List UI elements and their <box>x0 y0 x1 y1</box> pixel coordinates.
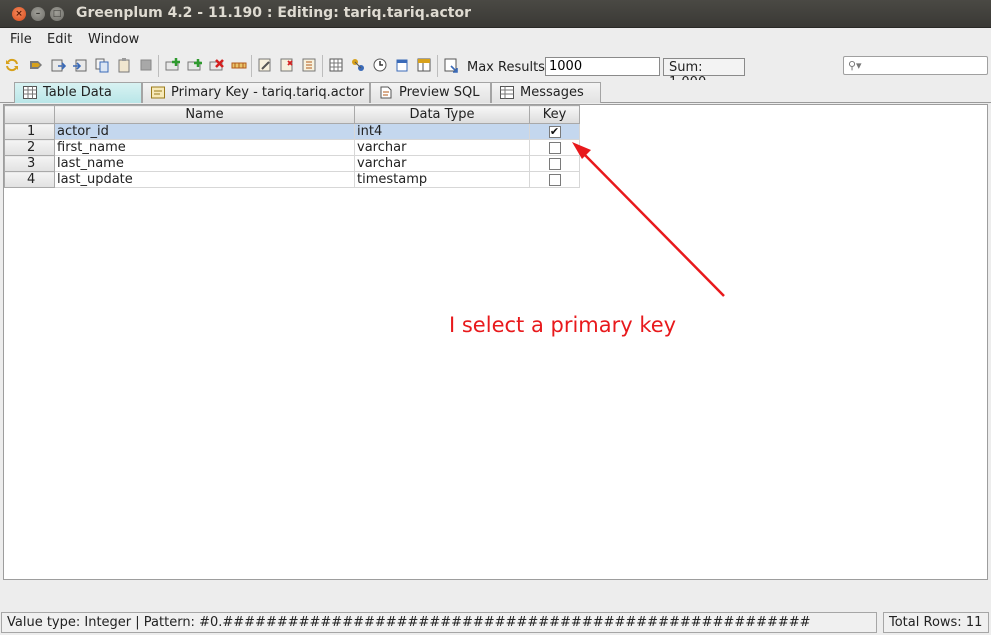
tab-label: Table Data <box>43 85 112 100</box>
max-results-label: Max Results: <box>467 60 550 75</box>
maximize-window-button[interactable]: □ <box>50 7 64 21</box>
column-header-name[interactable]: Name <box>54 105 355 124</box>
calendar-icon[interactable] <box>394 57 410 73</box>
table-icon <box>23 86 37 99</box>
row-number[interactable]: 3 <box>4 155 55 172</box>
name-cell[interactable]: last_name <box>54 155 355 172</box>
edit-icon[interactable] <box>257 57 273 73</box>
toolbar: Max Results: Sum: 1,000 ⚲▾ <box>0 52 991 90</box>
toolbar-separator <box>437 55 438 77</box>
key-cell[interactable] <box>529 171 580 188</box>
minimize-window-button[interactable]: – <box>31 7 45 21</box>
clear-icon[interactable] <box>231 57 247 73</box>
toolbar-separator <box>251 55 252 77</box>
data-type-cell[interactable]: varchar <box>354 139 530 156</box>
search-input[interactable]: ⚲▾ <box>843 56 988 75</box>
table-row[interactable]: 3 last_name varchar <box>4 155 580 172</box>
key-checkbox[interactable]: ✔ <box>548 125 561 138</box>
table-row[interactable]: 4 last_update timestamp <box>4 171 580 188</box>
key-cell[interactable] <box>529 155 580 172</box>
sum-display: Sum: 1,000 <box>663 58 745 90</box>
table-row[interactable]: 1 actor_id int4 ✔ <box>4 123 580 140</box>
toolbar-separator <box>322 55 323 77</box>
menu-bar: File Edit Window <box>0 28 991 52</box>
tab-table-data[interactable]: Table Data <box>14 82 142 103</box>
table-data-grid[interactable]: Name Data Type Key 1 actor_id int4 ✔ 2 f… <box>3 104 988 580</box>
tab-label: Messages <box>520 85 584 100</box>
window-title: Greenplum 4.2 - 11.190 : Editing: tariq.… <box>76 5 471 21</box>
data-type-cell[interactable]: timestamp <box>354 171 530 188</box>
key-cell[interactable] <box>529 139 580 156</box>
tab-preview-sql[interactable]: Preview SQL <box>370 82 491 103</box>
refresh-icon[interactable] <box>4 57 20 73</box>
add-row-icon[interactable] <box>165 57 181 73</box>
menu-file[interactable]: File <box>10 32 32 47</box>
history-icon[interactable] <box>372 57 388 73</box>
row-number[interactable]: 4 <box>4 171 55 188</box>
data-type-cell[interactable]: int4 <box>354 123 530 140</box>
toolbar-separator <box>158 55 159 77</box>
title-bar: × – □ Greenplum 4.2 - 11.190 : Editing: … <box>0 0 991 28</box>
copy-icon[interactable] <box>94 57 110 73</box>
export-results-icon[interactable] <box>443 57 459 73</box>
filter-icon[interactable] <box>279 57 295 73</box>
paste-icon[interactable] <box>116 57 132 73</box>
key-checkbox[interactable] <box>548 157 561 170</box>
row-number-header <box>4 105 55 124</box>
delete-row-icon[interactable] <box>209 57 225 73</box>
menu-edit[interactable]: Edit <box>47 32 72 47</box>
row-number[interactable]: 2 <box>4 139 55 156</box>
column-header-key[interactable]: Key <box>529 105 580 124</box>
status-bar: Value type: Integer | Pattern: #0.######… <box>0 609 991 635</box>
export-icon[interactable] <box>50 57 66 73</box>
import-icon[interactable] <box>72 57 88 73</box>
name-cell[interactable]: first_name <box>54 139 355 156</box>
sql-icon <box>380 86 392 99</box>
row-number[interactable]: 1 <box>4 123 55 140</box>
name-cell[interactable]: last_update <box>54 171 355 188</box>
grid-icon[interactable] <box>328 57 344 73</box>
tab-label: Preview SQL <box>399 85 480 100</box>
close-window-button[interactable]: × <box>12 7 26 21</box>
execute-icon[interactable] <box>28 57 44 73</box>
name-cell[interactable]: actor_id <box>54 123 355 140</box>
messages-icon <box>500 86 514 99</box>
schema-icon[interactable] <box>350 57 366 73</box>
value-type-status: Value type: Integer | Pattern: #0.######… <box>1 612 877 633</box>
annotation-text: I select a primary key <box>449 313 677 337</box>
key-checkbox[interactable] <box>548 173 561 186</box>
table-row[interactable]: 2 first_name varchar <box>4 139 580 156</box>
column-header-data-type[interactable]: Data Type <box>354 105 530 124</box>
menu-window[interactable]: Window <box>88 32 139 47</box>
key-cell[interactable]: ✔ <box>529 123 580 140</box>
key-icon <box>151 86 165 99</box>
key-checkbox[interactable] <box>548 141 561 154</box>
tab-primary-key[interactable]: Primary Key - tariq.tariq.actor <box>142 82 370 103</box>
tab-messages[interactable]: Messages <box>491 82 601 103</box>
search-icon: ⚲▾ <box>848 59 862 72</box>
tab-bar: Table Data Primary Key - tariq.tariq.act… <box>0 80 991 103</box>
max-results-input[interactable] <box>545 57 660 76</box>
layout-icon[interactable] <box>416 57 432 73</box>
sort-icon[interactable] <box>301 57 317 73</box>
insert-row-icon[interactable] <box>187 57 203 73</box>
total-rows-status: Total Rows: 11 <box>883 612 989 633</box>
tab-label: Primary Key - tariq.tariq.actor <box>171 85 365 100</box>
data-type-cell[interactable]: varchar <box>354 155 530 172</box>
stop-icon[interactable] <box>138 57 154 73</box>
columns-table: Name Data Type Key 1 actor_id int4 ✔ 2 f… <box>4 105 580 188</box>
